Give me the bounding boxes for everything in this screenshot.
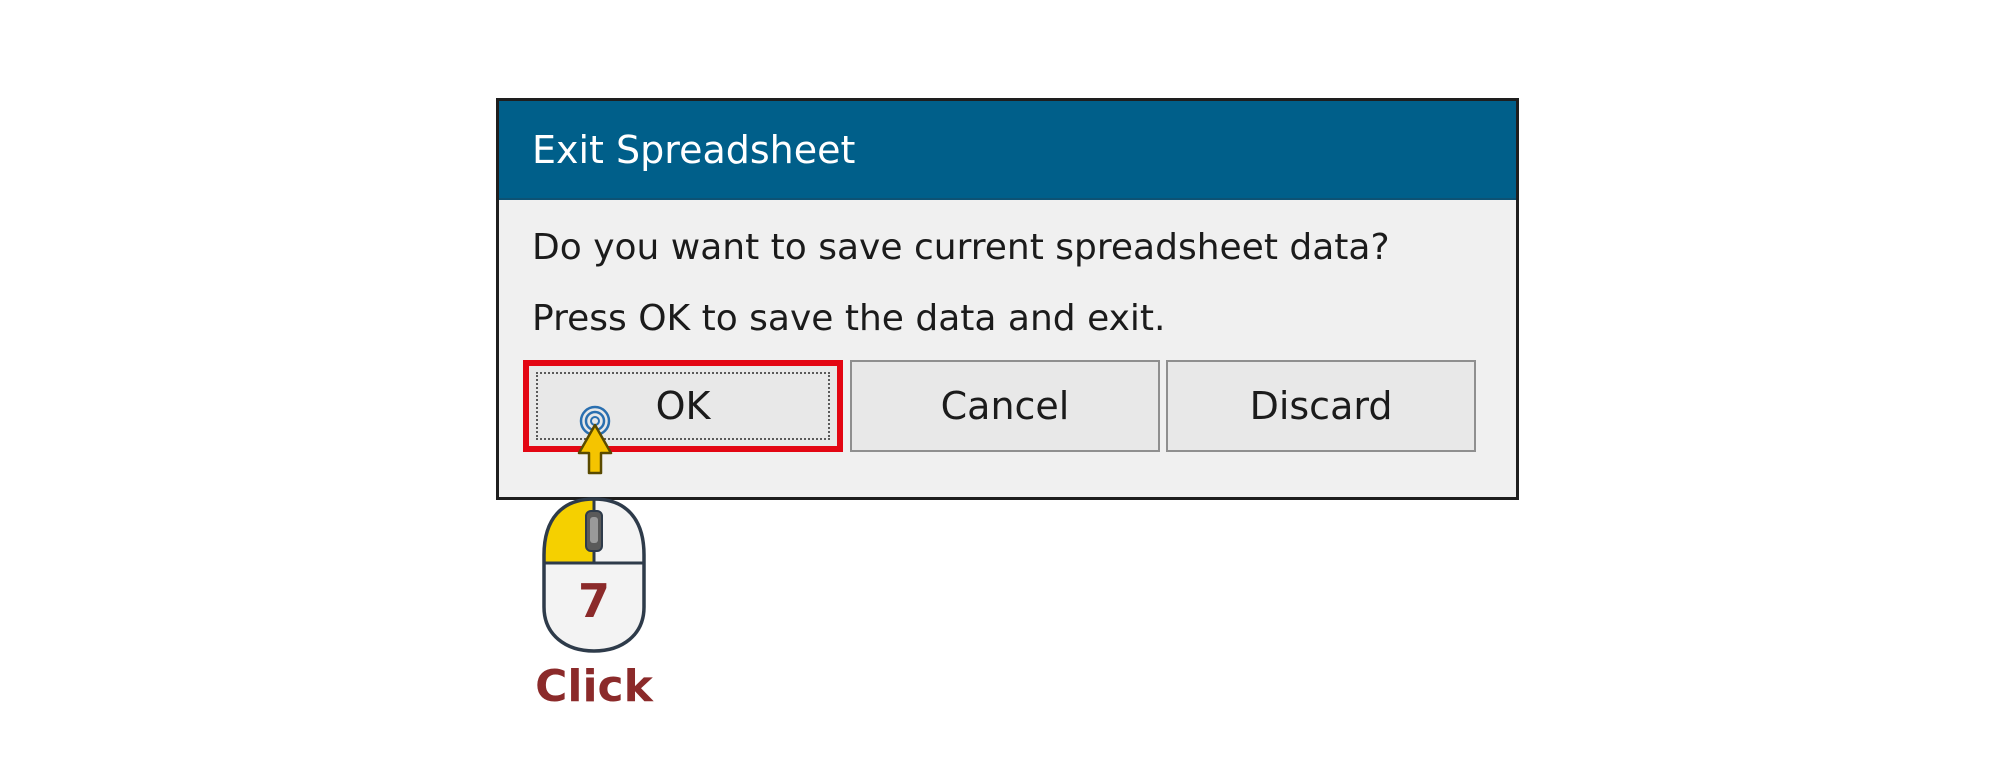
dialog-message-line-1: Do you want to save current spreadsheet … <box>532 227 1390 268</box>
cursor-arrow-icon <box>577 405 613 475</box>
click-action-label: Click <box>535 661 653 712</box>
cancel-button-label: Cancel <box>940 384 1070 428</box>
step-number: 7 <box>577 574 610 628</box>
exit-spreadsheet-dialog: Exit Spreadsheet Do you want to save cur… <box>496 98 1519 500</box>
discard-button-label: Discard <box>1249 384 1393 428</box>
cancel-button[interactable]: Cancel <box>850 360 1160 452</box>
dialog-message-line-2: Press OK to save the data and exit. <box>532 298 1166 339</box>
dialog-titlebar[interactable]: Exit Spreadsheet <box>499 101 1516 200</box>
dialog-title: Exit Spreadsheet <box>532 128 856 172</box>
discard-button[interactable]: Discard <box>1166 360 1476 452</box>
ok-button-label: OK <box>655 384 711 428</box>
